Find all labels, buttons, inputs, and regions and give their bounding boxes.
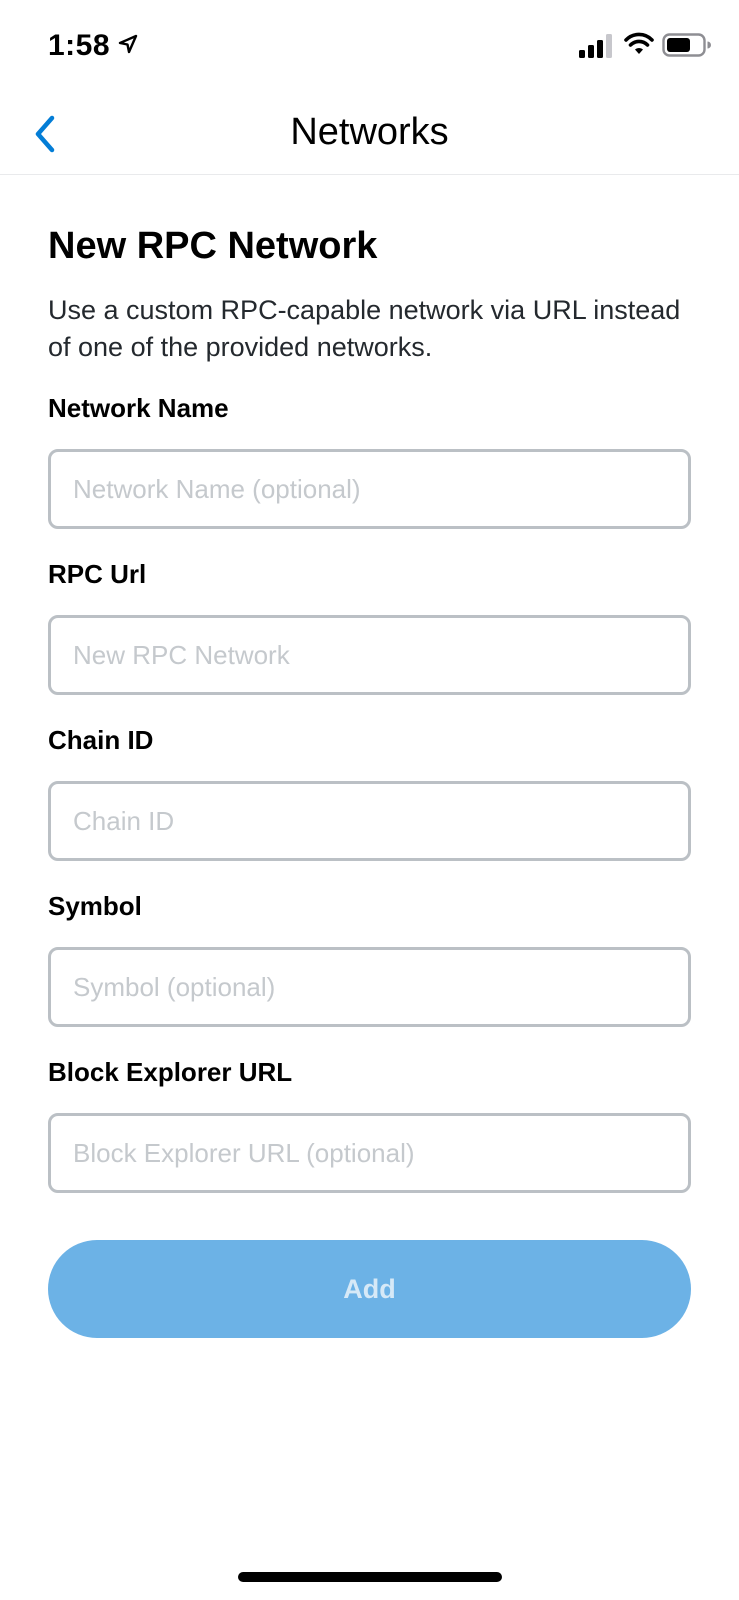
rpc-url-label: RPC Url <box>48 559 147 589</box>
status-time: 1:58 <box>48 29 111 62</box>
chain-id-input[interactable] <box>48 781 691 861</box>
home-indicator[interactable] <box>238 1572 502 1582</box>
nav-bar: Networks <box>0 92 739 175</box>
nav-title: Networks <box>290 111 449 153</box>
status-bar: 1:58 <box>0 0 739 92</box>
page-description: Use a custom RPC-capable network via URL… <box>48 295 681 362</box>
block-explorer-url-input[interactable] <box>48 1113 691 1193</box>
add-button[interactable]: Add <box>48 1240 691 1338</box>
block-explorer-url-label: Block Explorer URL <box>48 1057 293 1087</box>
battery-icon <box>662 33 712 57</box>
cellular-signal-icon <box>579 34 615 58</box>
network-name-input[interactable] <box>48 449 691 529</box>
form-header: New RPC Network Use a custom RPC-capable… <box>48 222 691 366</box>
chain-id-label: Chain ID <box>48 725 154 755</box>
page-title: New RPC Network <box>48 225 378 267</box>
rpc-url-input[interactable] <box>48 615 691 695</box>
wifi-icon <box>624 32 654 56</box>
symbol-label: Symbol <box>48 891 142 921</box>
location-arrow-icon <box>118 34 138 54</box>
symbol-input[interactable] <box>48 947 691 1027</box>
network-name-label: Network Name <box>48 393 229 423</box>
